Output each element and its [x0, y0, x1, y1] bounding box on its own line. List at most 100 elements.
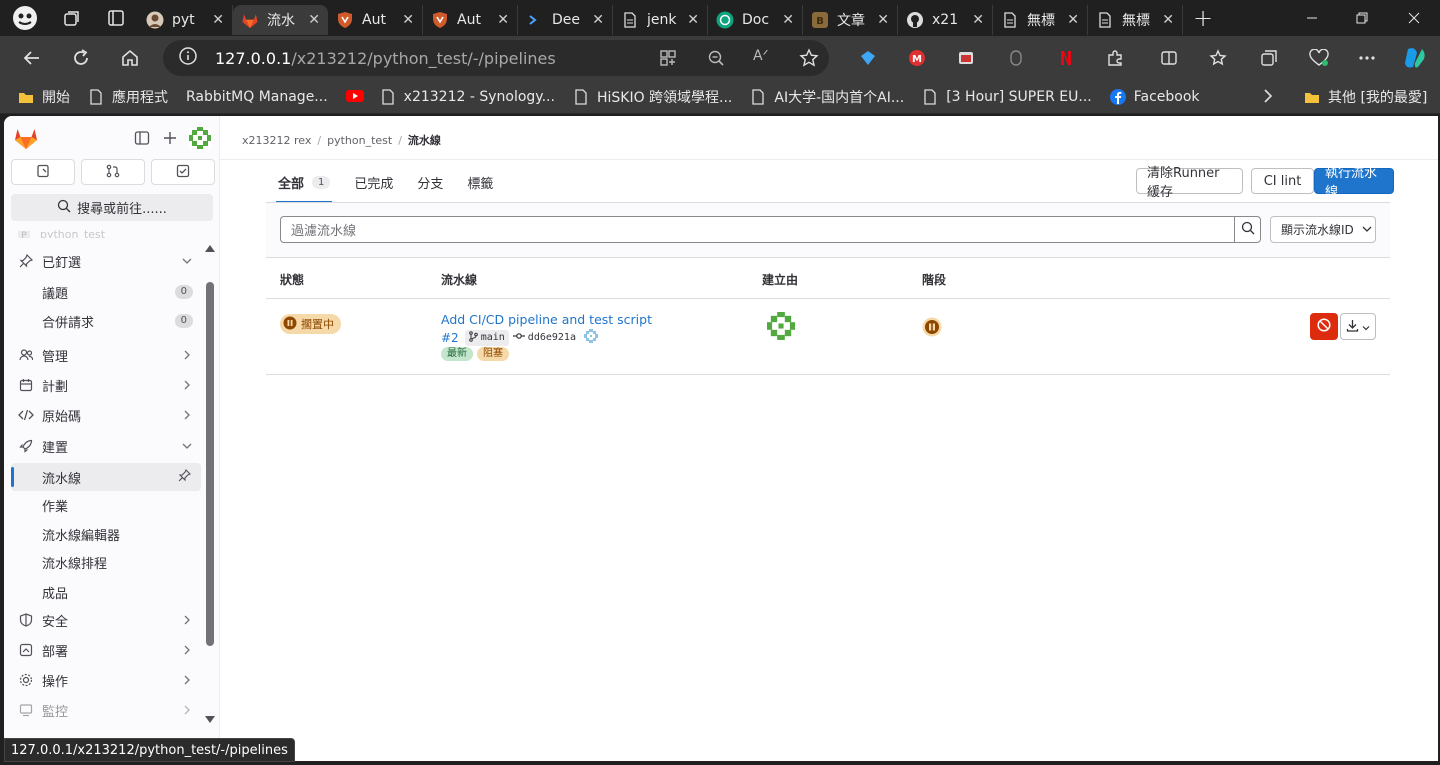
browser-tab[interactable]: jenk ✕ [613, 5, 708, 35]
browser-tab[interactable]: Aut ✕ [328, 5, 423, 35]
sidebar-toggle-icon[interactable] [128, 124, 156, 152]
close-tab-icon[interactable]: ✕ [687, 12, 699, 28]
bookmark-item[interactable]: [3 Hour] SUPER EU... [916, 89, 1104, 105]
close-window-icon[interactable] [1390, 0, 1438, 36]
bookmark-item[interactable]: Facebook [1104, 88, 1212, 105]
sidebar-item-artifacts[interactable]: 成品 [11, 578, 201, 606]
filter-pipelines-input[interactable]: 過濾流水線 [280, 216, 1234, 243]
sidebar-item-code[interactable]: 原始碼 [11, 401, 201, 429]
breadcrumb-user[interactable]: x213212 rex [242, 134, 311, 147]
bookmark-item[interactable]: 應用程式 [82, 87, 180, 107]
pipeline-id-dropdown[interactable]: 顯示流水線ID [1270, 216, 1376, 243]
download-artifacts-dropdown[interactable] [1340, 313, 1376, 340]
commit-sha-link[interactable]: dd6e921a [512, 332, 576, 343]
gitlab-logo-icon[interactable] [12, 124, 40, 152]
restore-icon[interactable] [1338, 0, 1386, 36]
pin-icon[interactable] [178, 468, 191, 486]
status-badge[interactable]: 擱置中 [280, 314, 341, 334]
close-tab-icon[interactable]: ✕ [497, 12, 509, 28]
favorites-icon[interactable] [1194, 36, 1244, 80]
close-tab-icon[interactable]: ✕ [402, 12, 414, 28]
sidebar-item-plan[interactable]: 計劃 [11, 371, 201, 399]
search-or-goto-button[interactable]: 搜尋或前往...... [11, 194, 213, 221]
close-tab-icon[interactable]: ✕ [1067, 12, 1079, 28]
close-tab-icon[interactable]: ✕ [592, 12, 604, 28]
browser-tab[interactable]: pyt ✕ [138, 5, 233, 35]
close-tab-icon[interactable]: ✕ [308, 12, 320, 28]
sidebar-item-pipeline-schedules[interactable]: 流水線排程 [11, 548, 201, 576]
bookmark-item[interactable]: HiSKIO 跨領域學程... [567, 87, 744, 107]
extension-mouse-icon[interactable] [991, 36, 1041, 80]
close-tab-icon[interactable]: ✕ [212, 12, 224, 28]
run-pipeline-button[interactable]: 執行流水線 [1314, 166, 1394, 200]
sidebar-scrollbar[interactable] [206, 282, 214, 646]
browser-essentials-icon[interactable] [1294, 36, 1344, 80]
copilot-icon[interactable] [1390, 36, 1440, 80]
browser-tab[interactable]: x21 ✕ [898, 5, 993, 35]
home-icon[interactable] [106, 36, 154, 80]
bookmark-item[interactable] [340, 89, 374, 105]
pipeline-id-link[interactable]: #2 [441, 331, 459, 345]
bookmarks-overflow-icon[interactable] [1262, 88, 1274, 108]
scroll-up-icon[interactable] [205, 237, 215, 252]
user-avatar-icon[interactable] [186, 124, 214, 152]
merge-requests-shortcut-button[interactable] [81, 159, 145, 185]
commit-author-avatar-icon[interactable] [583, 329, 598, 346]
browser-tab[interactable]: 流水 ✕ [233, 5, 328, 35]
branch-ref-link[interactable]: main [464, 329, 509, 346]
split-screen-icon[interactable] [1144, 36, 1194, 80]
sidebar-item-operate[interactable]: 操作 [11, 666, 201, 694]
back-icon[interactable] [8, 36, 56, 80]
close-tab-icon[interactable]: ✕ [877, 12, 889, 28]
vertical-tabs-icon[interactable] [94, 0, 138, 36]
other-favorites[interactable]: 其他 [我的最愛] [1298, 87, 1439, 107]
stage-manual-icon[interactable] [922, 317, 942, 337]
bookmark-item[interactable]: x213212 - Synology... [374, 89, 567, 105]
collections-icon[interactable] [1244, 36, 1294, 80]
sidebar-item-pipeline-editor[interactable]: 流水線編輯器 [11, 520, 201, 548]
breadcrumb-current[interactable]: 流水線 [408, 132, 441, 148]
extension-netflix-icon[interactable] [1041, 36, 1091, 80]
close-tab-icon[interactable]: ✕ [782, 12, 794, 28]
ci-lint-button[interactable]: CI lint [1251, 168, 1314, 194]
cancel-pipeline-button[interactable] [1310, 313, 1338, 340]
info-icon[interactable] [179, 47, 197, 69]
scroll-down-icon[interactable] [205, 709, 215, 723]
todo-shortcut-button[interactable] [151, 159, 215, 185]
tab-branches[interactable]: 分支 [405, 166, 455, 198]
workspaces-icon[interactable] [50, 0, 94, 36]
sidebar-item-manage[interactable]: 管理 [11, 341, 201, 369]
tab-tags[interactable]: 標籤 [455, 166, 505, 198]
pipeline-title-link[interactable]: Add CI/CD pipeline and test script [441, 312, 652, 327]
read-aloud-icon[interactable]: Aᐟ [753, 48, 769, 64]
browser-tab[interactable]: B 文章 ✕ [803, 5, 898, 35]
minimize-icon[interactable] [1288, 0, 1336, 36]
profile-avatar-icon[interactable] [0, 0, 50, 36]
filter-search-button[interactable] [1234, 216, 1261, 243]
url-input[interactable]: 127.0.0.1/x213212/python_test/-/pipeline… [163, 40, 829, 76]
sidebar-item-issues[interactable]: 議題 0 [11, 278, 201, 306]
extension-m-icon[interactable]: M [892, 36, 942, 80]
sidebar-item-monitor[interactable]: 監控 [11, 696, 201, 724]
sidebar-item-jobs[interactable]: 作業 [11, 491, 201, 519]
app-available-icon[interactable] [659, 49, 677, 71]
browser-tab[interactable]: 無標 ✕ [993, 5, 1088, 35]
create-new-icon[interactable] [156, 124, 184, 152]
refresh-icon[interactable] [57, 36, 105, 80]
issues-shortcut-button[interactable] [11, 159, 75, 185]
sidebar-item-merge-requests[interactable]: 合併請求 0 [11, 307, 201, 335]
browser-tab[interactable]: 無標 ✕ [1088, 5, 1183, 35]
bookmark-item[interactable]: AI大学-国内首个AI... [744, 87, 916, 107]
favorite-star-icon[interactable] [799, 48, 819, 72]
breadcrumb-project[interactable]: python_test [327, 134, 392, 147]
extension-diamond-icon[interactable] [843, 36, 893, 80]
sidebar-item-secure[interactable]: 安全 [11, 606, 201, 634]
sidebar-item-build[interactable]: 建置 [11, 432, 201, 460]
close-tab-icon[interactable]: ✕ [1162, 12, 1174, 28]
close-tab-icon[interactable]: ✕ [972, 12, 984, 28]
browser-tab[interactable]: Aut ✕ [423, 5, 518, 35]
sidebar-item-pinned[interactable]: 已釘選 [11, 247, 201, 275]
tab-all[interactable]: 全部 1 [266, 166, 342, 203]
new-tab-button[interactable]: + [1183, 4, 1223, 32]
bookmark-item[interactable]: RabbitMQ Manage... [180, 89, 340, 105]
